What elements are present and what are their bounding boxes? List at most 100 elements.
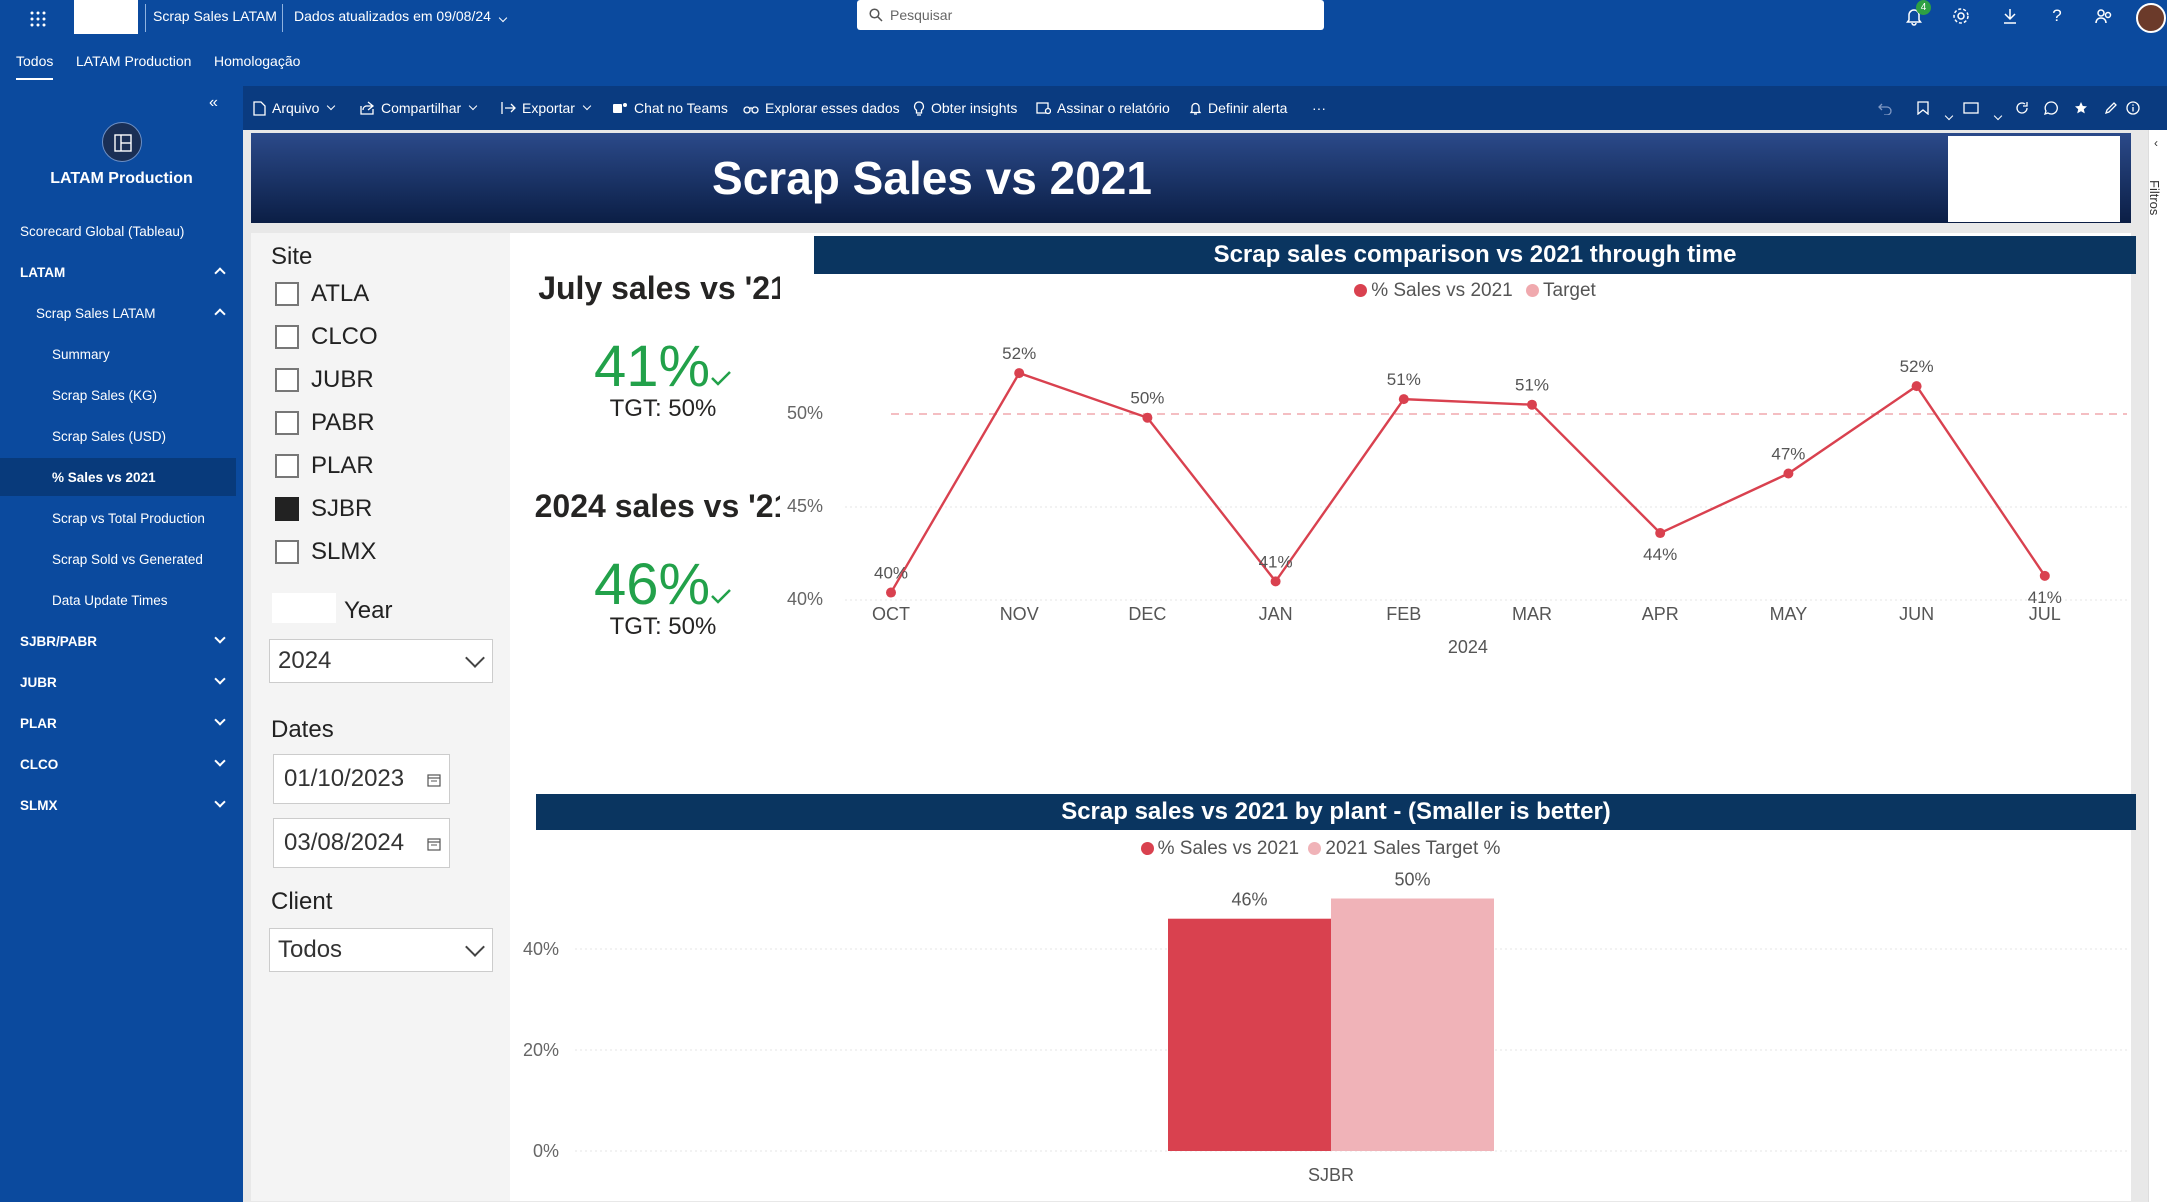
- x-tick-label: MAY: [1770, 604, 1808, 624]
- filters-pane-collapsed[interactable]: ‹ Filtros: [2147, 130, 2167, 1202]
- bar-chart-visual[interactable]: Scrap sales vs 2021 by plant - (Smaller …: [510, 763, 2136, 1201]
- obter-insights-button[interactable]: Obter insights: [913, 86, 1017, 130]
- data-point[interactable]: [1398, 394, 1409, 405]
- sidebar-item[interactable]: Scrap Sold vs Generated: [0, 540, 236, 578]
- bar[interactable]: [1168, 918, 1331, 1151]
- site-option[interactable]: JUBR: [275, 365, 374, 395]
- chevron-down-icon[interactable]: [214, 796, 226, 808]
- refresh-icon[interactable]: [2010, 96, 2034, 120]
- checkmark-icon: [711, 371, 731, 386]
- tab-todos[interactable]: Todos: [16, 53, 53, 69]
- x-tick-label: FEB: [1386, 604, 1421, 624]
- sidebar-item[interactable]: CLCO: [0, 745, 236, 783]
- chevron-down-icon[interactable]: [214, 632, 226, 644]
- info-icon[interactable]: [2121, 96, 2145, 120]
- chevron-down-icon[interactable]: [214, 673, 226, 685]
- data-point[interactable]: [2039, 570, 2050, 581]
- bar[interactable]: [1331, 898, 1494, 1152]
- data-point[interactable]: [1911, 381, 1922, 392]
- sidebar-item[interactable]: Summary: [0, 335, 236, 373]
- data-label: 46%: [1231, 890, 1267, 910]
- favorite-star-icon[interactable]: [2069, 96, 2093, 120]
- site-checkbox[interactable]: [275, 454, 299, 478]
- sidebar-item[interactable]: Scorecard Global (Tableau): [0, 212, 236, 250]
- share-people-icon[interactable]: [2092, 4, 2116, 28]
- sidebar-item[interactable]: PLAR: [0, 704, 236, 742]
- data-point[interactable]: [1014, 368, 1025, 379]
- chevron-down-icon[interactable]: [214, 714, 226, 726]
- collapse-sidebar-icon[interactable]: «: [209, 94, 218, 112]
- site-checkbox[interactable]: [275, 368, 299, 392]
- sidebar-item[interactable]: SJBR/PABR: [0, 622, 236, 660]
- exportar-button[interactable]: Exportar: [501, 86, 592, 130]
- x-tick-label: JAN: [1259, 604, 1293, 624]
- settings-gear-icon[interactable]: [1949, 4, 1973, 28]
- bookmark-icon[interactable]: [1911, 96, 1935, 120]
- compartilhar-label: Compartilhar: [381, 100, 462, 116]
- chevron-down-icon[interactable]: [214, 755, 226, 767]
- tab-latam-production[interactable]: LATAM Production: [76, 53, 191, 69]
- kpi-july-value: 41%: [513, 333, 813, 400]
- notifications-icon[interactable]: 4: [1902, 0, 1931, 28]
- app-launcher-icon[interactable]: [26, 7, 50, 31]
- undo-icon[interactable]: [1873, 96, 1897, 120]
- sidebar-item[interactable]: Data Update Times: [0, 581, 236, 619]
- sidebar-item[interactable]: Scrap vs Total Production: [0, 499, 236, 537]
- data-update-status[interactable]: Dados atualizados em 09/08/24: [294, 8, 508, 24]
- site-option[interactable]: PABR: [275, 408, 375, 438]
- sidebar-item[interactable]: Scrap Sales (USD): [0, 417, 236, 455]
- sidebar-item[interactable]: Scrap Sales (KG): [0, 376, 236, 414]
- data-point[interactable]: [1783, 468, 1794, 479]
- chevron-down-icon[interactable]: [1944, 111, 1954, 121]
- year-dropdown[interactable]: 2024: [269, 639, 493, 683]
- more-options-button[interactable]: ···: [1312, 86, 1326, 130]
- chevron-up-icon[interactable]: [214, 267, 226, 279]
- site-checkbox[interactable]: [275, 540, 299, 564]
- site-checkbox[interactable]: [275, 282, 299, 306]
- explorar-dados-button[interactable]: Explorar esses dados: [743, 86, 900, 130]
- subscribe-icon: [1036, 102, 1051, 115]
- chat-teams-button[interactable]: Chat no Teams: [612, 86, 728, 130]
- arquivo-menu-button[interactable]: Arquivo: [253, 86, 336, 130]
- end-date-input[interactable]: 03/08/2024: [273, 818, 450, 868]
- line-chart-visual[interactable]: Scrap sales comparison vs 2021 through t…: [780, 233, 2136, 763]
- data-point[interactable]: [1655, 528, 1666, 539]
- search-input[interactable]: Pesquisar: [857, 0, 1324, 30]
- data-label: 51%: [1515, 376, 1549, 395]
- site-option[interactable]: ATLA: [275, 279, 369, 309]
- sidebar-item[interactable]: JUBR: [0, 663, 236, 701]
- sidebar-item[interactable]: SLMX: [0, 786, 236, 824]
- tab-homologacao[interactable]: Homologação: [214, 53, 300, 69]
- edit-pencil-icon[interactable]: [2099, 96, 2123, 120]
- site-checkbox[interactable]: [275, 497, 299, 521]
- sidebar-item[interactable]: LATAM: [0, 253, 236, 291]
- assinar-relatorio-button[interactable]: Assinar o relatório: [1036, 86, 1170, 130]
- sidebar-item[interactable]: Scrap Sales LATAM: [0, 294, 236, 332]
- data-point[interactable]: [1527, 399, 1537, 410]
- data-label: 51%: [1387, 370, 1421, 389]
- expand-filters-icon[interactable]: ‹: [2154, 136, 2158, 150]
- data-point[interactable]: [1270, 576, 1281, 587]
- data-point[interactable]: [886, 587, 896, 598]
- chevron-up-icon[interactable]: [214, 308, 226, 320]
- site-option[interactable]: PLAR: [275, 451, 374, 481]
- comment-icon[interactable]: [2039, 96, 2063, 120]
- site-checkbox[interactable]: [275, 325, 299, 349]
- download-icon[interactable]: [1998, 4, 2022, 28]
- chevron-down-icon[interactable]: [1993, 111, 2003, 121]
- report-name[interactable]: Scrap Sales LATAM: [153, 8, 277, 24]
- compartilhar-button[interactable]: Compartilhar: [360, 86, 478, 130]
- site-option[interactable]: SJBR: [275, 494, 372, 524]
- help-icon[interactable]: ?: [2045, 4, 2069, 28]
- user-avatar[interactable]: [2136, 3, 2166, 33]
- client-dropdown[interactable]: Todos: [269, 928, 493, 972]
- start-date-input[interactable]: 01/10/2023: [273, 754, 450, 804]
- site-checkbox[interactable]: [275, 411, 299, 435]
- sidebar-item[interactable]: % Sales vs 2021: [0, 458, 236, 496]
- company-logo[interactable]: [74, 0, 138, 34]
- view-mode-icon[interactable]: [1959, 96, 1983, 120]
- site-option[interactable]: SLMX: [275, 537, 376, 567]
- site-option[interactable]: CLCO: [275, 322, 378, 352]
- definir-alerta-button[interactable]: Definir alerta: [1189, 86, 1287, 130]
- data-point[interactable]: [1142, 412, 1153, 423]
